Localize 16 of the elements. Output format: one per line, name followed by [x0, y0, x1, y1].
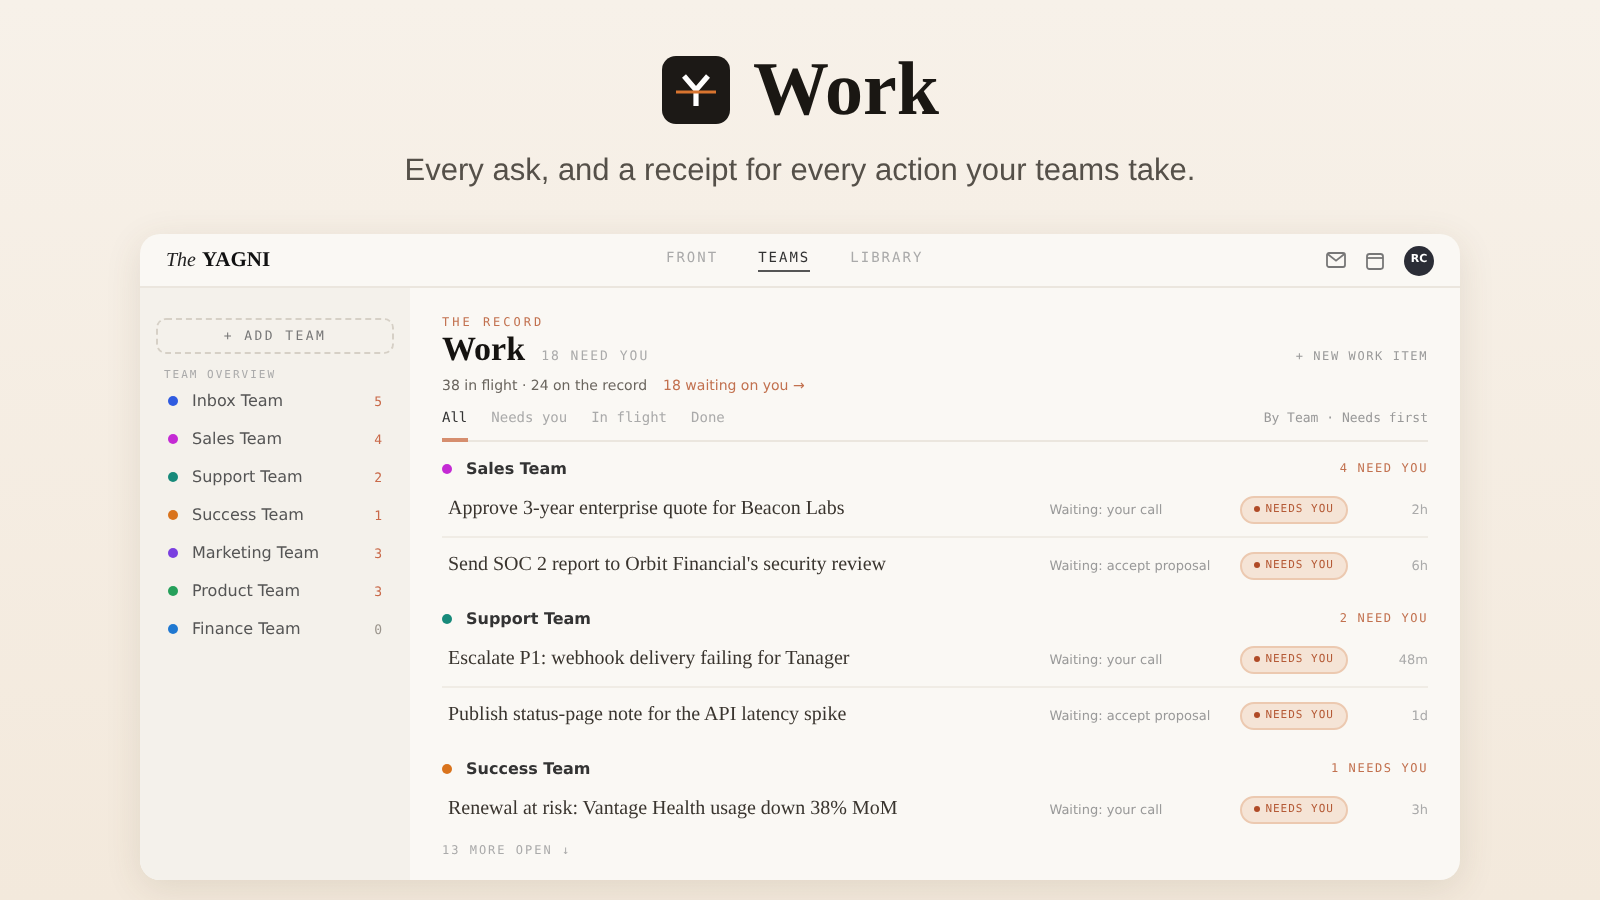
brand-prefix: The	[166, 249, 196, 271]
work-item-title[interactable]: Publish status-page note for the API latency spike	[448, 704, 1050, 726]
brand-name: YAGNI	[202, 249, 271, 271]
work-item-title[interactable]: Send SOC 2 report to Orbit Financial's security review	[448, 554, 1050, 576]
group-title: Success Team	[466, 759, 591, 777]
calendar-icon[interactable]	[1366, 251, 1384, 269]
mail-icon[interactable]	[1326, 252, 1346, 268]
work-item-title[interactable]: Renewal at risk: Vantage Health usage down 38% MoM	[448, 798, 1050, 820]
hero-title: Work	[753, 50, 939, 130]
group-title: Sales Team	[466, 459, 567, 477]
logo-icon	[661, 56, 730, 124]
work-item-title[interactable]: Approve 3-year enterprise quote for Beacon Labs	[448, 498, 1050, 520]
group-title: Support Team	[466, 609, 592, 627]
tagline: Every ask, and a receipt for every action your teams take.	[404, 154, 1196, 190]
page-title: Work	[442, 330, 526, 370]
work-item-title[interactable]: Escalate P1: webhook delivery failing for Tanager	[448, 648, 1050, 670]
